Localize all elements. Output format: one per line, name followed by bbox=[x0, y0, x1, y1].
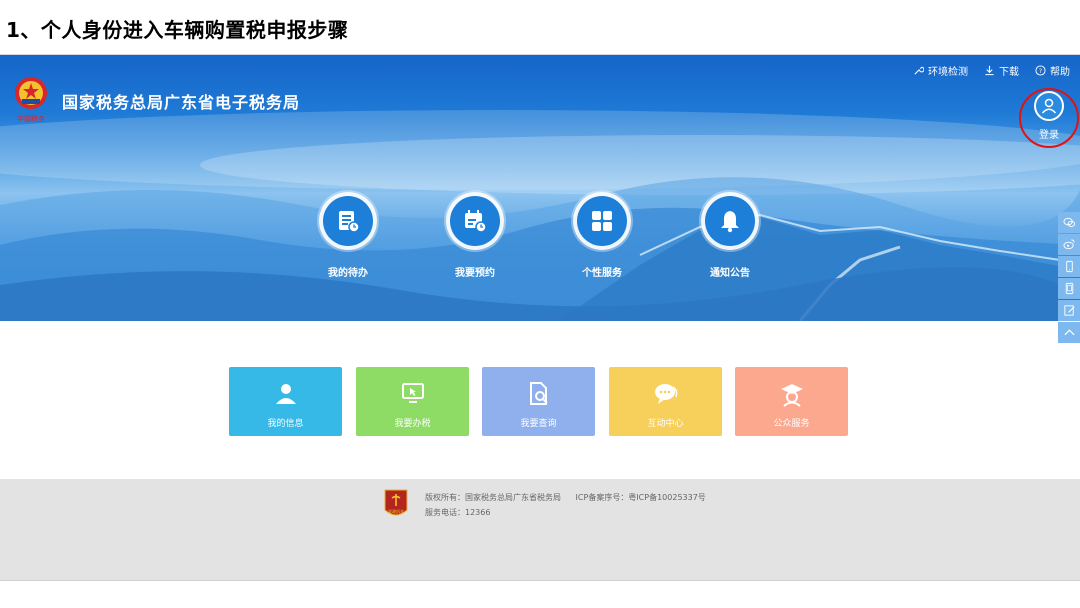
party-gov-badge-icon: 党政机关 bbox=[384, 489, 408, 516]
side-wechat-button[interactable] bbox=[1058, 212, 1080, 233]
footer-divider bbox=[0, 580, 1080, 581]
quick-nav-label: 通知公告 bbox=[710, 268, 750, 279]
footer-copyright: 版权所有：国家税务总局广东省税务局 bbox=[425, 493, 561, 502]
side-weibo-button[interactable] bbox=[1058, 234, 1080, 255]
badge-caption: 党政机关 bbox=[388, 508, 404, 514]
env-check-link[interactable]: 环境检测 bbox=[913, 63, 968, 78]
quick-nav-circle bbox=[701, 192, 759, 250]
footer-phone: 服务电话：12366 bbox=[425, 508, 491, 517]
quick-nav-appointment[interactable]: 我要预约 bbox=[435, 192, 515, 279]
quick-nav-circle bbox=[319, 192, 377, 250]
tile-label: 互动中心 bbox=[647, 419, 684, 429]
quick-nav-label: 我要预约 bbox=[455, 268, 495, 279]
side-mobile-button[interactable] bbox=[1058, 256, 1080, 277]
header-banner: 环境检测 下载 ? 帮助 中国税务 国家税务总局广东省电子税务局 登录 我的待办… bbox=[0, 55, 1080, 321]
todo-doc-icon bbox=[339, 211, 360, 233]
tablet-icon bbox=[1065, 282, 1073, 295]
download-link[interactable]: 下载 bbox=[984, 63, 1019, 78]
side-back-to-top-button[interactable] bbox=[1058, 322, 1080, 343]
edit-icon bbox=[1063, 305, 1075, 316]
calendar-clock-icon bbox=[465, 210, 487, 233]
chat-bubble-icon bbox=[654, 384, 677, 404]
tile-public-service[interactable]: 公众服务 bbox=[735, 367, 848, 436]
monitor-cursor-icon bbox=[401, 383, 424, 403]
scholar-icon bbox=[780, 384, 803, 407]
quick-nav-notice[interactable]: 通知公告 bbox=[690, 192, 770, 279]
wechat-icon bbox=[1062, 217, 1075, 227]
user-icon bbox=[275, 384, 296, 404]
side-tablet-button[interactable] bbox=[1058, 278, 1080, 299]
quick-nav-label: 我的待办 bbox=[328, 268, 368, 279]
weibo-icon bbox=[1062, 239, 1075, 250]
env-check-label: 环境检测 bbox=[928, 67, 968, 78]
help-icon: ? bbox=[1035, 65, 1046, 76]
tile-interaction-center[interactable]: 互动中心 bbox=[609, 367, 722, 436]
header-links: 环境检测 下载 ? 帮助 bbox=[913, 63, 1070, 78]
tile-tax-handling[interactable]: 我要办税 bbox=[356, 367, 469, 436]
tile-label: 我要办税 bbox=[394, 419, 431, 429]
help-label: 帮助 bbox=[1050, 67, 1070, 78]
tax-emblem-logo: 中国税务 bbox=[15, 77, 47, 123]
mobile-icon bbox=[1065, 260, 1073, 273]
side-edit-button[interactable] bbox=[1058, 300, 1080, 321]
quick-nav-personal-service[interactable]: 个性服务 bbox=[562, 192, 642, 279]
slide-title: 1、个人身份进入车辆购置税申报步骤 bbox=[6, 18, 349, 42]
logo-caption: 中国税务 bbox=[17, 114, 45, 123]
download-label: 下载 bbox=[999, 67, 1019, 78]
wrench-icon bbox=[914, 66, 924, 75]
quick-nav-circle bbox=[573, 192, 631, 250]
tile-query[interactable]: 我要查询 bbox=[482, 367, 595, 436]
side-toolbar bbox=[1058, 212, 1080, 344]
svg-text:?: ? bbox=[1039, 67, 1042, 75]
tile-label: 我的信息 bbox=[267, 419, 304, 429]
download-icon bbox=[985, 65, 994, 76]
quick-nav-circle bbox=[446, 192, 504, 250]
site-name: 国家税务总局广东省电子税务局 bbox=[62, 93, 301, 112]
doc-search-icon bbox=[529, 382, 548, 405]
help-link[interactable]: ? 帮助 bbox=[1035, 63, 1070, 78]
grid-apps-icon bbox=[592, 211, 612, 231]
bell-icon bbox=[721, 211, 739, 233]
footer-copyright-line: 版权所有：国家税务总局广东省税务局 ICP备案序号：粤ICP备10025337号 bbox=[425, 492, 706, 503]
quick-nav-label: 个性服务 bbox=[582, 268, 622, 279]
footer-icp[interactable]: ICP备案序号：粤ICP备10025337号 bbox=[576, 493, 706, 502]
back-to-top-icon bbox=[1063, 329, 1075, 336]
quick-nav-todo[interactable]: 我的待办 bbox=[308, 192, 388, 279]
tile-label: 我要查询 bbox=[520, 419, 557, 429]
tile-label: 公众服务 bbox=[773, 419, 810, 429]
tile-my-info[interactable]: 我的信息 bbox=[229, 367, 342, 436]
login-highlight-annotation bbox=[1019, 88, 1079, 148]
